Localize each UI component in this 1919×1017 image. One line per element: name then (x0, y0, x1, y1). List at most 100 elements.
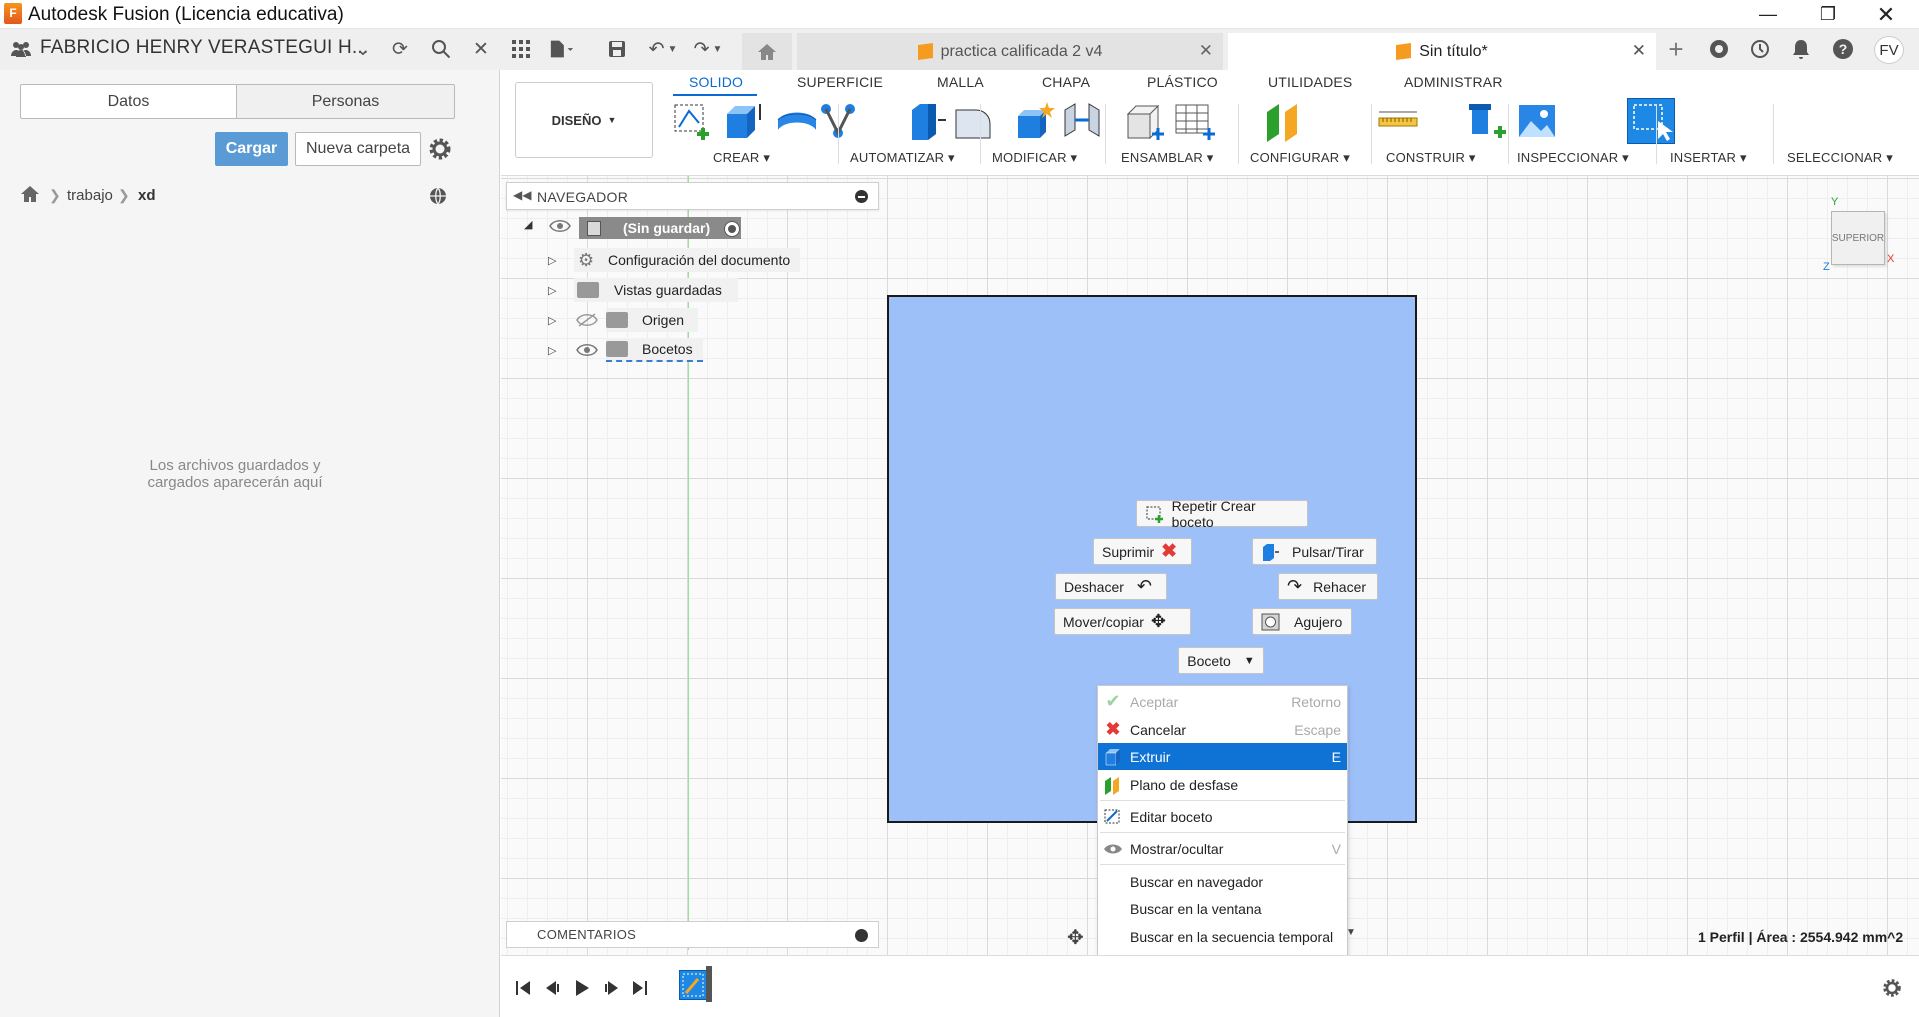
save-icon[interactable] (604, 36, 630, 62)
upload-button[interactable]: Cargar (215, 132, 288, 166)
browser-item-named-views[interactable]: ▷ Vistas guardadas (548, 277, 738, 303)
hole-button[interactable]: Agujero (1252, 608, 1352, 635)
activate-radio[interactable] (724, 221, 740, 237)
group-crear[interactable]: CREAR ▾ (713, 150, 770, 166)
home-tab[interactable] (742, 33, 792, 70)
tab-utilidades[interactable]: UTILIDADES (1268, 74, 1352, 90)
redo-button[interactable]: ↷ Rehacer (1278, 573, 1378, 600)
expand-triangle-icon[interactable]: ▷ (548, 284, 574, 297)
group-modificar[interactable]: MODIFICAR ▾ (992, 150, 1077, 166)
eye-icon[interactable] (576, 343, 598, 357)
joint-icon[interactable] (1061, 100, 1103, 142)
menu-item-cancel[interactable]: ✖ Cancelar Escape (1098, 716, 1347, 743)
select-tool-icon[interactable] (1627, 98, 1675, 144)
comments-panel[interactable]: COMENTARIOS (506, 921, 879, 948)
avatar[interactable]: FV (1874, 36, 1904, 64)
browser-item-origin[interactable]: ▷ Origen (548, 307, 699, 333)
go-to-start-icon[interactable] (515, 980, 531, 996)
globe-icon[interactable] (428, 186, 448, 206)
create-sketch-icon[interactable] (671, 100, 713, 142)
chevron-down-icon[interactable]: ⌄ (350, 36, 376, 62)
close-window-button[interactable]: ✕ (1858, 0, 1914, 29)
measure-icon[interactable] (1377, 106, 1419, 138)
revolve-icon[interactable] (776, 106, 818, 138)
tab-administrar[interactable]: ADMINISTRAR (1404, 74, 1503, 90)
tab-superficie[interactable]: SUPERFICIE (797, 74, 883, 90)
step-forward-icon[interactable] (604, 980, 620, 996)
refresh-icon[interactable]: ⟳ (387, 36, 413, 62)
timeline-marker[interactable] (706, 966, 712, 1002)
collapse-browser-icon[interactable]: ◀◀ (513, 188, 531, 202)
fillet-icon[interactable] (952, 100, 994, 142)
tab-datos[interactable]: Datos (20, 84, 237, 119)
apps-grid-icon[interactable] (508, 36, 534, 62)
expand-triangle-icon[interactable]: ▷ (548, 344, 574, 357)
move-copy-button[interactable]: Mover/copiar ✥ (1054, 608, 1191, 635)
tab-malla[interactable]: MALLA (937, 74, 984, 90)
browser-root[interactable]: (Sin guardar) (579, 217, 741, 239)
help-icon[interactable]: ? (1830, 36, 1856, 62)
menu-item-find-window[interactable]: Buscar en la ventana (1098, 895, 1347, 922)
close-tab-icon[interactable]: ✕ (1199, 41, 1213, 61)
expand-triangle-icon[interactable]: ▷ (548, 314, 574, 327)
insert-derive-icon[interactable] (1466, 100, 1508, 142)
menu-item-find-browser[interactable]: Buscar en navegador (1098, 868, 1347, 895)
home-icon[interactable] (20, 185, 40, 203)
group-configurar[interactable]: CONFIGURAR ▾ (1250, 150, 1350, 166)
suppress-button[interactable]: Suprimir ✖ (1093, 538, 1192, 565)
insert-image-icon[interactable] (1516, 100, 1558, 142)
redo-icon[interactable]: ↷ ▼ (690, 36, 726, 62)
eye-icon[interactable] (549, 219, 571, 233)
minimize-button[interactable]: — (1740, 0, 1796, 29)
repeat-create-sketch-button[interactable]: Repetir Crear boceto (1136, 498, 1308, 530)
undo-icon[interactable]: ↶ ▼ (645, 36, 681, 62)
close-tab-icon[interactable]: ✕ (1632, 41, 1646, 61)
configure-icon[interactable] (1124, 100, 1166, 142)
new-folder-button[interactable]: Nueva carpeta (295, 132, 421, 166)
search-icon[interactable] (428, 36, 454, 62)
extrude-icon[interactable] (723, 100, 765, 142)
display-settings-caret-icon[interactable]: ▼ (1346, 927, 1356, 938)
tab-personas[interactable]: Personas (236, 84, 455, 119)
press-pull-button[interactable]: Pulsar/Tirar (1252, 538, 1377, 565)
workspace-selector[interactable]: DISEÑO ▼ (515, 82, 653, 158)
sketch-dropdown-button[interactable]: Boceto ▼ (1178, 647, 1264, 674)
group-construir[interactable]: CONSTRUIR ▾ (1386, 150, 1476, 166)
orbit-pan-icon[interactable]: ✥ (1067, 925, 1084, 950)
menu-item-accept[interactable]: ✔ Aceptar Retorno (1098, 688, 1347, 715)
group-inspeccionar[interactable]: INSPECCIONAR ▾ (1517, 150, 1629, 166)
menu-item-offset-plane[interactable]: Plano de desfase (1098, 771, 1347, 798)
browser-item-sketches[interactable]: ▷ Bocetos (548, 337, 703, 363)
press-pull-icon[interactable] (906, 100, 948, 142)
group-automatizar[interactable]: AUTOMATIZAR ▾ (850, 150, 955, 166)
breadcrumb-item[interactable]: trabajo (67, 187, 113, 204)
viewcube[interactable]: SUPERIOR (1831, 211, 1885, 265)
extensions-icon[interactable] (1706, 36, 1732, 62)
browser-header[interactable]: ◀◀ NAVEGADOR (506, 182, 879, 210)
minimize-browser-icon[interactable] (855, 190, 868, 203)
timeline-settings-gear-icon[interactable] (1882, 978, 1902, 998)
comments-toggle-icon[interactable] (855, 929, 868, 942)
play-icon[interactable] (574, 979, 590, 997)
job-status-icon[interactable] (1747, 36, 1773, 62)
offset-plane-icon[interactable] (1263, 100, 1305, 142)
menu-item-edit-sketch[interactable]: Editar boceto (1098, 803, 1347, 830)
document-tab[interactable]: practica calificada 2 v4 ✕ (797, 33, 1223, 70)
browser-item-settings[interactable]: ▷ ⚙ Configuración del documento (548, 247, 801, 273)
expand-triangle-icon[interactable]: ▷ (548, 254, 574, 267)
undo-button[interactable]: Deshacer ↶ (1055, 573, 1167, 600)
new-tab-icon[interactable]: + (1663, 34, 1689, 64)
team-icon[interactable] (10, 40, 32, 58)
timeline-sketch-feature[interactable] (679, 970, 707, 1000)
group-ensamblar[interactable]: ENSAMBLAR ▾ (1121, 150, 1214, 166)
group-seleccionar[interactable]: SELECCIONAR ▾ (1787, 150, 1893, 166)
tab-plastico[interactable]: PLÁSTICO (1147, 74, 1218, 90)
tab-solido[interactable]: SOLIDO (689, 74, 743, 90)
group-insertar[interactable]: INSERTAR ▾ (1670, 150, 1747, 166)
collapse-triangle-icon[interactable]: ◢ (524, 218, 532, 231)
account-name[interactable]: FABRICIO HENRY VERASTEGUI H... (40, 37, 368, 59)
close-panel-icon[interactable]: ✕ (468, 36, 494, 62)
tab-chapa[interactable]: CHAPA (1042, 74, 1090, 90)
notifications-icon[interactable] (1788, 36, 1814, 62)
step-back-icon[interactable] (544, 980, 560, 996)
